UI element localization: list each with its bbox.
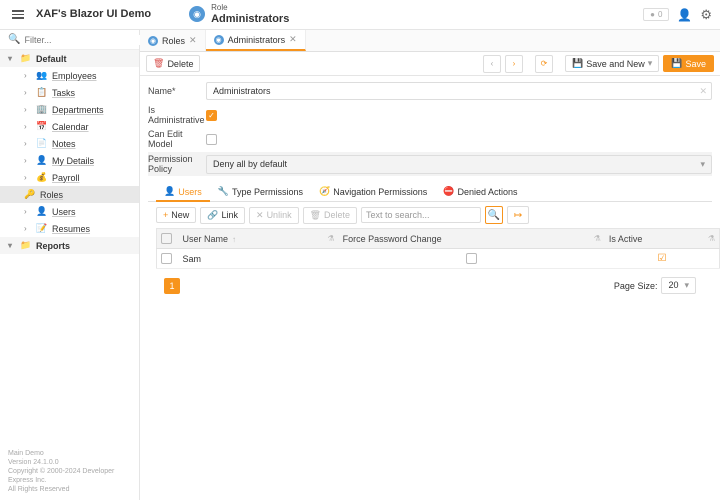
grid-search[interactable]: Text to search...	[361, 207, 481, 223]
table-row[interactable]: Sam☑	[157, 249, 720, 269]
col-active[interactable]: Is Active⚗	[605, 229, 720, 249]
can-edit-checkbox[interactable]	[206, 134, 217, 145]
subtab[interactable]: ⛔Denied Actions	[435, 182, 525, 201]
export-button[interactable]: ↦	[507, 206, 529, 224]
delete-button[interactable]: 🗑Delete	[146, 55, 200, 72]
grid-delete-button[interactable]: 🗑Delete	[303, 207, 357, 224]
pager: 1 Page Size: 20▾	[156, 273, 704, 298]
close-icon[interactable]: ✕	[189, 35, 197, 46]
notification-badge[interactable]: ● 0	[643, 8, 669, 21]
object-name: Administrators	[211, 13, 289, 25]
content: ◉Roles✕◉Administrators✕ 🗑Delete ‹ › ⟳ 💾S…	[140, 30, 720, 500]
toolbar: 🗑Delete ‹ › ⟳ 💾Save and New ▾ 💾 Save	[140, 52, 720, 76]
sub-tabs: 👤Users🔧Type Permissions🧭Navigation Permi…	[148, 182, 712, 202]
tab[interactable]: ◉Administrators✕	[206, 30, 306, 51]
clear-icon[interactable]: ✕	[699, 86, 707, 97]
prev-button[interactable]: ‹	[483, 55, 501, 73]
user-icon[interactable]: 👤	[677, 8, 692, 22]
object-type: Role	[211, 4, 289, 13]
filter-icon[interactable]: ⚗	[708, 234, 715, 243]
name-input[interactable]: Administrators✕	[206, 82, 712, 100]
active-checkbox[interactable]: ☑	[657, 253, 666, 264]
tree-item[interactable]: ›👤Users	[0, 203, 139, 220]
nav-tree: ▾📁Default›👥Employees›📋Tasks›🏢Departments…	[0, 50, 139, 443]
force-checkbox[interactable]	[466, 253, 477, 264]
tree-item[interactable]: 🔑Roles	[0, 186, 139, 203]
select-all-checkbox[interactable]	[161, 233, 172, 244]
tree-item[interactable]: ›👥Employees	[0, 67, 139, 84]
app-title: XAF's Blazor UI Demo	[36, 8, 151, 20]
next-button[interactable]: ›	[505, 55, 523, 73]
detail-form: Name* Administrators✕ Is Administrative …	[140, 76, 720, 298]
tree-item[interactable]: ›🏢Departments	[0, 101, 139, 118]
filter-icon[interactable]: ⚗	[327, 234, 334, 243]
save-button[interactable]: 💾 Save	[663, 55, 714, 72]
col-force[interactable]: Force Password Change⚗	[339, 229, 605, 249]
page-size-label: Page Size:	[614, 281, 658, 291]
page-size-select[interactable]: 20▾	[661, 277, 696, 294]
name-label: Name*	[148, 86, 206, 96]
document-tabs: ◉Roles✕◉Administrators✕	[140, 30, 720, 52]
tree-group[interactable]: ▾📁Reports	[0, 237, 139, 254]
tree-item[interactable]: ›👤My Details	[0, 152, 139, 169]
subtab[interactable]: 🔧Type Permissions	[210, 182, 311, 201]
search-icon: 🔍	[8, 34, 20, 45]
policy-select[interactable]: Deny all by default▾	[206, 155, 712, 174]
footer: Main Demo Version 24.1.0.0 Copyright © 2…	[0, 443, 139, 500]
row-checkbox[interactable]	[161, 253, 172, 264]
menu-toggle[interactable]	[8, 6, 28, 23]
tree-item[interactable]: ›💰Payroll	[0, 169, 139, 186]
tree-group[interactable]: ▾📁Default	[0, 50, 139, 67]
search-button[interactable]: 🔍	[485, 206, 503, 224]
grid-toolbar: +New 🔗Link ✕Unlink 🗑Delete Text to searc…	[148, 202, 712, 228]
sidebar: 🔍 ▾📁Default›👥Employees›📋Tasks›🏢Departmen…	[0, 30, 140, 500]
tree-item[interactable]: ›📋Tasks	[0, 84, 139, 101]
can-edit-label: Can Edit Model	[148, 129, 206, 149]
subtab[interactable]: 👤Users	[156, 182, 210, 201]
policy-label: Permission Policy	[148, 154, 206, 174]
users-grid: User Name↑⚗ Force Password Change⚗ Is Ac…	[156, 228, 720, 269]
settings-icon[interactable]: ⚙	[700, 7, 712, 23]
refresh-button[interactable]: ⟳	[535, 55, 553, 73]
new-button[interactable]: +New	[156, 207, 196, 223]
tab[interactable]: ◉Roles✕	[140, 30, 206, 51]
link-button[interactable]: 🔗Link	[200, 207, 245, 224]
is-admin-checkbox[interactable]: ✓	[206, 110, 217, 121]
tree-item[interactable]: ›📅Calendar	[0, 118, 139, 135]
tree-item[interactable]: ›📝Resumes	[0, 220, 139, 237]
page-number[interactable]: 1	[164, 278, 180, 294]
object-icon: ◉	[189, 6, 205, 22]
col-username[interactable]: User Name↑⚗	[179, 229, 339, 249]
app-header: XAF's Blazor UI Demo ◉ Role Administrato…	[0, 0, 720, 30]
is-admin-label: Is Administrative	[148, 105, 206, 125]
subtab[interactable]: 🧭Navigation Permissions	[311, 182, 435, 201]
tree-item[interactable]: ›📄Notes	[0, 135, 139, 152]
close-icon[interactable]: ✕	[289, 34, 297, 45]
unlink-button[interactable]: ✕Unlink	[249, 207, 299, 224]
sidebar-search[interactable]: 🔍	[0, 30, 139, 50]
filter-icon[interactable]: ⚗	[594, 234, 601, 243]
filter-input[interactable]	[24, 35, 141, 45]
save-and-new-button[interactable]: 💾Save and New ▾	[565, 55, 659, 72]
